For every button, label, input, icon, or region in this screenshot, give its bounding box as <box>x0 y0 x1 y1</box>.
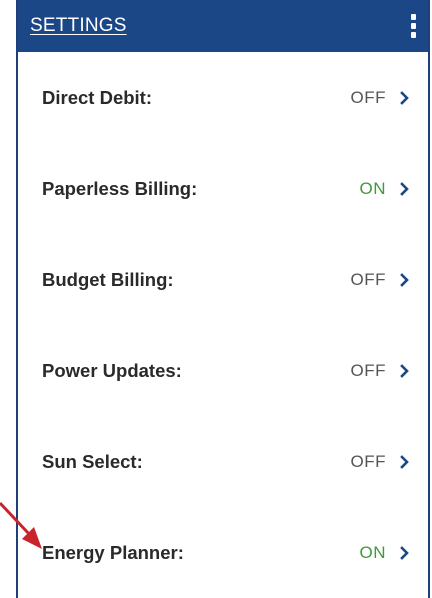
setting-status: OFF <box>351 88 411 108</box>
setting-value: OFF <box>350 451 386 471</box>
setting-status: OFF <box>351 270 411 290</box>
kebab-dot <box>410 14 416 20</box>
setting-status: ON <box>360 543 411 563</box>
setting-row-paperless-billing[interactable]: Paperless Billing: ON <box>18 143 428 234</box>
settings-header: SETTINGS <box>18 0 428 52</box>
setting-value: OFF <box>350 269 386 289</box>
setting-label: Budget Billing: <box>42 268 174 290</box>
chevron-right-icon[interactable] <box>400 181 410 196</box>
setting-status: ON <box>360 179 411 199</box>
chevron-right-icon[interactable] <box>400 363 410 378</box>
settings-title-link[interactable]: SETTINGS <box>30 15 127 37</box>
setting-value: OFF <box>350 360 386 380</box>
setting-label: Energy Planner: <box>42 541 184 563</box>
chevron-right-icon[interactable] <box>400 545 410 560</box>
setting-row-power-updates[interactable]: Power Updates: OFF <box>18 325 428 416</box>
setting-status: OFF <box>351 452 411 472</box>
kebab-dot <box>410 32 416 38</box>
setting-row-direct-debit[interactable]: Direct Debit: OFF <box>18 52 428 143</box>
screenshot-stage: SETTINGS Direct Debit: OFF Paperless Bil… <box>0 0 432 598</box>
kebab-dot <box>410 23 416 29</box>
chevron-right-icon[interactable] <box>400 90 410 105</box>
settings-list: Direct Debit: OFF Paperless Billing: ON <box>18 52 428 598</box>
setting-status: OFF <box>351 361 411 381</box>
setting-label: Direct Debit: <box>42 86 152 108</box>
red-arrow-icon <box>0 495 52 555</box>
setting-value: ON <box>359 178 386 198</box>
setting-label: Paperless Billing: <box>42 177 198 199</box>
setting-value: ON <box>359 542 386 562</box>
setting-row-sun-select[interactable]: Sun Select: OFF <box>18 416 428 507</box>
chevron-right-icon[interactable] <box>400 454 410 469</box>
setting-value: OFF <box>350 87 386 107</box>
setting-row-energy-planner[interactable]: Energy Planner: ON <box>18 507 428 598</box>
settings-panel: SETTINGS Direct Debit: OFF Paperless Bil… <box>16 0 430 598</box>
setting-label: Sun Select: <box>42 450 143 472</box>
kebab-menu-icon[interactable] <box>406 11 420 41</box>
chevron-right-icon[interactable] <box>400 272 410 287</box>
setting-row-budget-billing[interactable]: Budget Billing: OFF <box>18 234 428 325</box>
setting-label: Power Updates: <box>42 359 182 381</box>
